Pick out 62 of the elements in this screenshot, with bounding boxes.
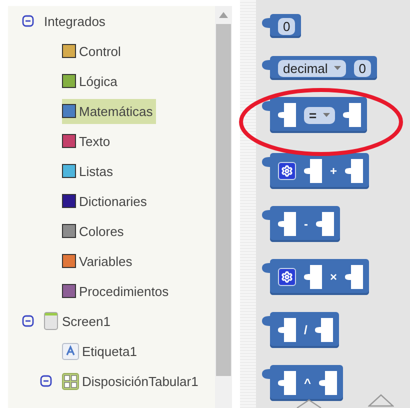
connector-tab-icon — [262, 210, 270, 220]
component-item[interactable]: Screen1 — [62, 308, 114, 334]
operator-label: + — [330, 164, 338, 178]
socket-icon — [278, 212, 296, 236]
settings-icon[interactable] — [278, 268, 296, 286]
category-item[interactable]: Colores — [62, 218, 127, 244]
math-block[interactable]: ^ — [270, 365, 344, 401]
label-component-icon — [62, 342, 79, 360]
number-field[interactable]: 0 — [354, 60, 372, 76]
connector-tab-icon — [262, 18, 270, 28]
category-item[interactable]: Lógica — [62, 68, 120, 94]
category-item[interactable]: Texto — [62, 128, 114, 154]
screen-icon — [44, 312, 58, 330]
socket-icon — [278, 371, 296, 395]
component-item[interactable]: Etiqueta1 — [82, 338, 140, 364]
connector-tab-icon — [262, 157, 270, 167]
category-item[interactable]: Dictionaries — [62, 188, 150, 214]
settings-icon[interactable] — [278, 162, 296, 180]
math-block[interactable]: = — [270, 97, 367, 133]
operator-label: / — [304, 323, 308, 337]
operator-label: ^ — [304, 376, 312, 390]
category-item[interactable]: Variables — [62, 248, 136, 274]
table-layout-icon — [62, 372, 79, 390]
operator-dropdown[interactable]: = — [304, 106, 335, 124]
scrollbar-thumb[interactable] — [216, 24, 231, 376]
tree-group-label[interactable]: Integrados — [44, 8, 108, 34]
socket-icon — [304, 159, 322, 183]
socket-icon — [342, 103, 361, 127]
connector-tab-icon — [262, 316, 270, 326]
math-block[interactable]: / — [270, 312, 340, 348]
collapse-icon[interactable] — [40, 375, 52, 387]
connector-tab-icon — [262, 101, 270, 111]
category-item[interactable]: Control — [62, 38, 124, 64]
collapse-icon[interactable] — [22, 15, 34, 27]
category-item[interactable]: Procedimientos — [62, 278, 172, 304]
category-item[interactable]: Matemáticas — [62, 98, 156, 124]
socket-icon — [278, 318, 296, 342]
math-block[interactable]: + — [270, 153, 370, 189]
math-block[interactable]: 0 — [270, 14, 302, 38]
number-field[interactable]: 0 — [278, 18, 296, 34]
caret-icon — [322, 112, 330, 118]
connector-tab-icon — [262, 263, 270, 273]
socket-icon — [345, 159, 364, 183]
socket-icon — [315, 318, 334, 342]
math-block[interactable]: decimal 0 — [270, 56, 378, 80]
operator-label: × — [330, 270, 338, 284]
socket-icon — [316, 212, 334, 236]
collapse-icon[interactable] — [22, 315, 34, 327]
operator-label: - — [304, 217, 308, 231]
connector-tab-icon — [262, 60, 270, 70]
category-item[interactable]: Listas — [62, 158, 116, 184]
format-dropdown[interactable]: decimal — [278, 60, 346, 76]
socket-icon — [319, 371, 338, 395]
socket-icon — [345, 265, 364, 289]
math-block[interactable]: - — [270, 206, 340, 242]
splitter-bar[interactable] — [240, 0, 256, 408]
component-item[interactable]: DisposiciónTabular1 — [82, 368, 202, 394]
math-block[interactable]: × — [270, 259, 370, 295]
socket-icon — [278, 103, 296, 127]
caret-icon — [334, 66, 341, 70]
socket-icon — [304, 265, 322, 289]
connector-tab-icon — [262, 369, 270, 379]
